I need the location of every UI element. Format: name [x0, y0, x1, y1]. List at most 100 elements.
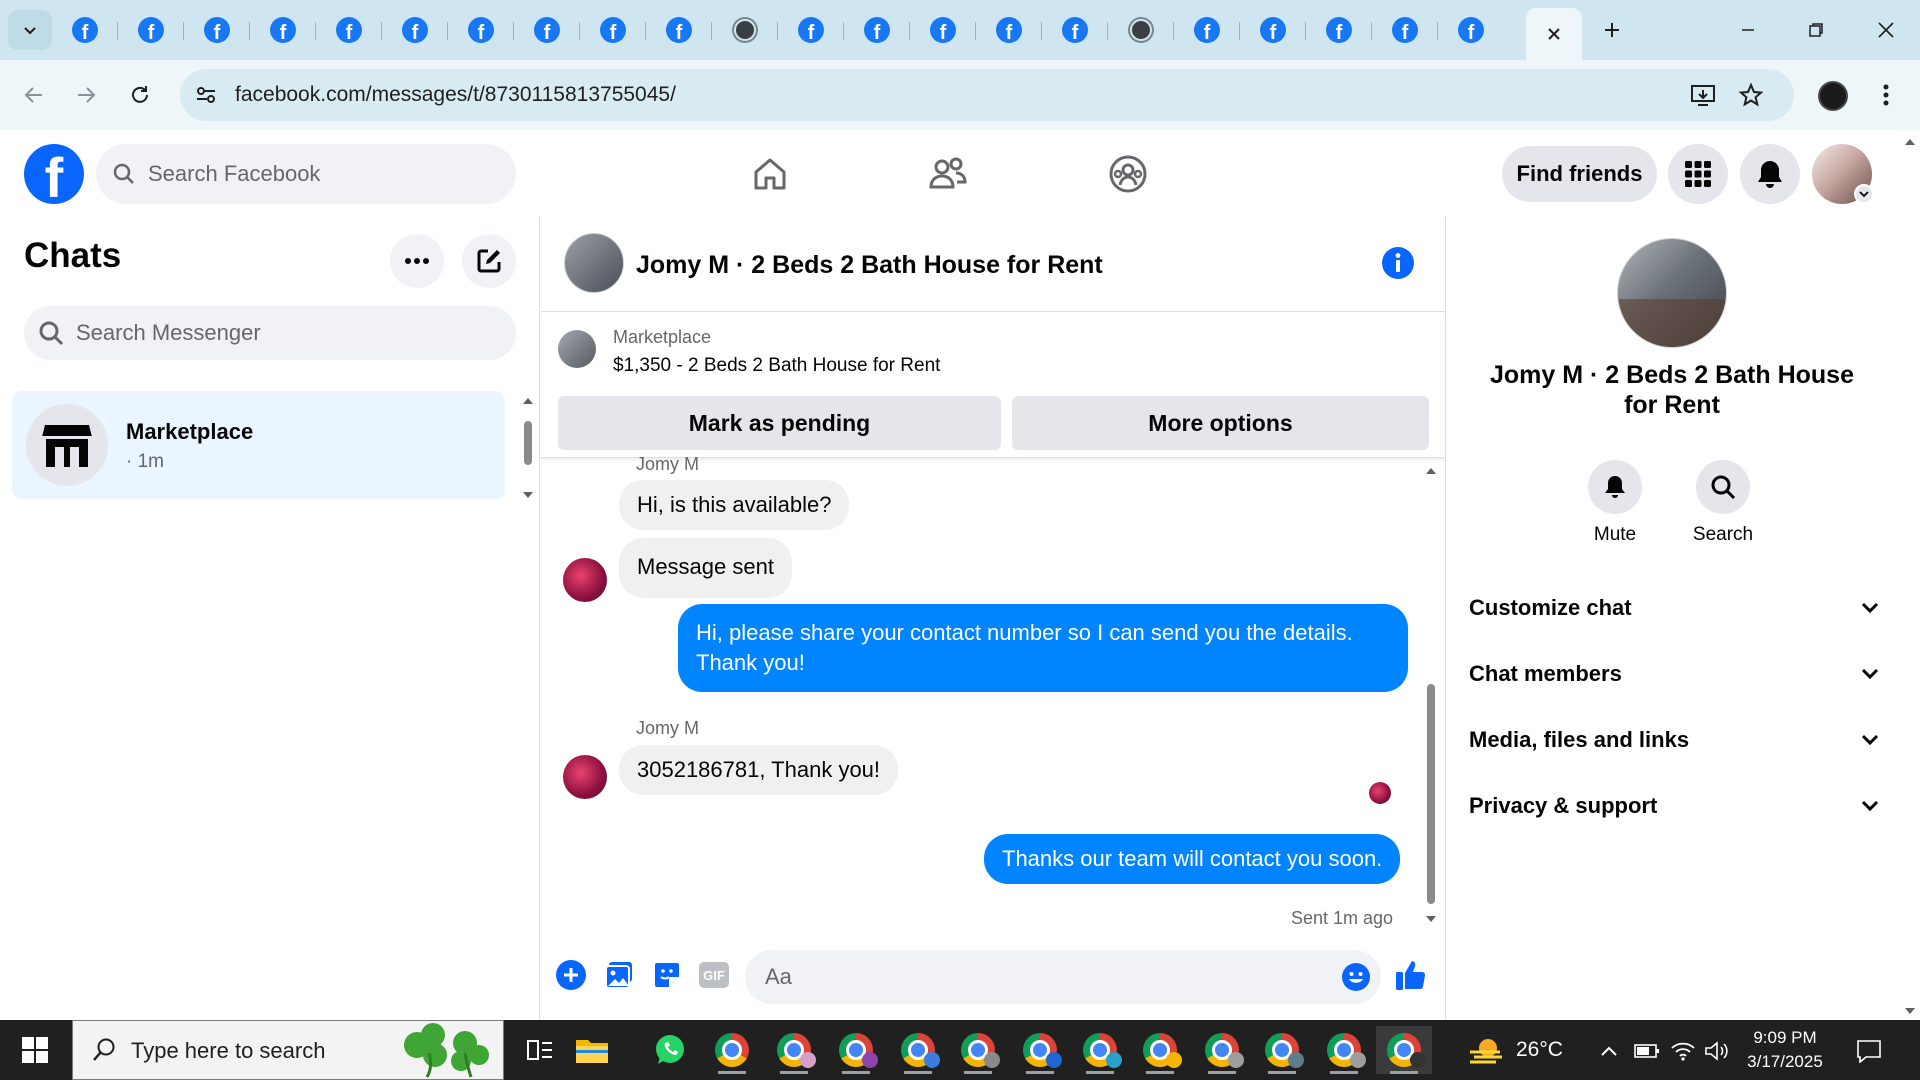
battery-button[interactable] [1634, 1038, 1660, 1064]
volume-button[interactable] [1704, 1038, 1730, 1064]
install-app-icon[interactable] [1690, 82, 1716, 108]
tab-search-button[interactable] [8, 10, 52, 50]
page-scrollbar[interactable] [1900, 130, 1920, 1020]
chat-list-item[interactable]: Marketplace · 1m [12, 391, 505, 499]
minimize-button[interactable] [1718, 8, 1778, 52]
section-chat-members[interactable]: Chat members [1469, 654, 1879, 694]
find-friends-button[interactable]: Find friends [1502, 146, 1657, 202]
account-menu-button[interactable] [1854, 184, 1874, 204]
nav-home[interactable] [744, 148, 796, 200]
sticker-button[interactable] [649, 957, 685, 993]
mute-button[interactable]: Mute [1560, 460, 1670, 546]
message-bubble-incoming[interactable]: Message sent [619, 538, 792, 598]
restore-button[interactable] [1786, 8, 1846, 52]
chrome-taskbar-button[interactable] [1132, 1026, 1188, 1074]
browser-tab[interactable]: f [646, 8, 712, 52]
more-options-button[interactable]: More options [1012, 396, 1429, 450]
browser-tab[interactable]: f [1174, 8, 1240, 52]
start-button[interactable] [0, 1020, 70, 1080]
chats-options-button[interactable] [390, 234, 444, 288]
chrome-taskbar-button[interactable] [704, 1026, 760, 1074]
browser-tab[interactable]: f [1372, 8, 1438, 52]
chrome-taskbar-button[interactable] [890, 1026, 946, 1074]
browser-tab[interactable]: f [1042, 8, 1108, 52]
show-hidden-icons-button[interactable] [1596, 1038, 1622, 1064]
task-view-button[interactable] [512, 1026, 568, 1074]
address-bar[interactable]: facebook.com/messages/t/8730115813755045… [180, 69, 1794, 121]
conversation-avatar[interactable] [564, 233, 624, 293]
section-privacy-support[interactable]: Privacy & support [1469, 786, 1879, 826]
browser-tab[interactable]: f [118, 8, 184, 52]
browser-tab[interactable]: f [184, 8, 250, 52]
browser-tab[interactable]: f [580, 8, 646, 52]
search-conversation-button[interactable]: Search [1668, 460, 1778, 546]
new-message-button[interactable] [462, 234, 516, 288]
browser-tab[interactable]: f [1438, 8, 1504, 52]
facebook-logo[interactable]: f [24, 144, 84, 204]
conversation-scrollbar[interactable] [1423, 464, 1439, 926]
chrome-taskbar-button[interactable] [1376, 1026, 1432, 1074]
browser-tab[interactable]: f [52, 8, 118, 52]
browser-tab[interactable]: f [1306, 8, 1372, 52]
close-window-button[interactable] [1856, 8, 1916, 52]
reload-button[interactable] [120, 75, 160, 115]
site-settings-icon[interactable] [194, 83, 218, 107]
chrome-taskbar-button[interactable] [950, 1026, 1006, 1074]
menu-button[interactable] [1668, 144, 1728, 204]
nav-friends[interactable] [922, 148, 974, 200]
bookmark-star-icon[interactable] [1738, 82, 1764, 108]
browser-menu-button[interactable] [1866, 75, 1906, 115]
sender-avatar[interactable] [563, 755, 607, 799]
browser-tab[interactable]: f [778, 8, 844, 52]
forward-button[interactable] [66, 75, 106, 115]
message-bubble-outgoing[interactable]: Thanks our team will contact you soon. [984, 834, 1401, 884]
mark-as-pending-button[interactable]: Mark as pending [558, 396, 1001, 450]
nav-groups[interactable] [1102, 148, 1154, 200]
emoji-icon[interactable] [1341, 962, 1371, 992]
sender-avatar[interactable] [563, 558, 607, 602]
chrome-taskbar-button[interactable] [828, 1026, 884, 1074]
browser-tab[interactable]: f [382, 8, 448, 52]
file-explorer-button[interactable] [564, 1026, 620, 1074]
chrome-taskbar-button[interactable] [1194, 1026, 1250, 1074]
message-input[interactable]: Aa [745, 950, 1381, 1004]
browser-tab[interactable]: f [910, 8, 976, 52]
chrome-taskbar-button[interactable] [766, 1026, 822, 1074]
profile-avatar[interactable] [1818, 81, 1848, 111]
chats-scrollbar[interactable] [521, 394, 535, 502]
chrome-taskbar-button[interactable] [1072, 1026, 1128, 1074]
browser-tab[interactable]: f [514, 8, 580, 52]
notification-center-button[interactable] [1856, 1038, 1882, 1064]
browser-tab[interactable]: f [316, 8, 382, 52]
taskbar-search-input[interactable]: Type here to search [72, 1020, 504, 1080]
browser-tab[interactable]: f [250, 8, 316, 52]
more-actions-button[interactable] [553, 957, 589, 993]
active-tab[interactable] [1526, 8, 1582, 60]
whatsapp-button[interactable] [642, 1026, 698, 1074]
browser-tab[interactable]: f [448, 8, 514, 52]
like-button[interactable] [1393, 957, 1429, 993]
chrome-taskbar-button[interactable] [1012, 1026, 1068, 1074]
browser-tab[interactable]: f [844, 8, 910, 52]
search-facebook-input[interactable]: Search Facebook [96, 144, 516, 204]
message-bubble-incoming[interactable]: Hi, is this available? [619, 480, 850, 530]
network-button[interactable] [1670, 1038, 1696, 1064]
listing-title[interactable]: $1,350 - 2 Beds 2 Bath House for Rent [613, 355, 940, 377]
info-icon[interactable] [1381, 246, 1415, 280]
message-bubble-incoming[interactable]: 3052186781, Thank you! [619, 745, 899, 795]
attach-photo-button[interactable] [601, 957, 637, 993]
details-avatar[interactable] [1617, 238, 1727, 348]
weather-widget[interactable]: 26°C [1468, 1034, 1563, 1066]
browser-tab[interactable]: f [1240, 8, 1306, 52]
chrome-taskbar-button[interactable] [1254, 1026, 1310, 1074]
browser-tab[interactable] [1108, 8, 1174, 52]
section-media-files-links[interactable]: Media, files and links [1469, 720, 1879, 760]
back-button[interactable] [14, 75, 54, 115]
notifications-button[interactable] [1740, 144, 1800, 204]
conversation-title[interactable]: Jomy M · 2 Beds 2 Bath House for Rent [636, 251, 1103, 280]
chrome-taskbar-button[interactable] [1316, 1026, 1372, 1074]
taskbar-clock[interactable]: 9:09 PM 3/17/2025 [1730, 1026, 1840, 1074]
gif-button[interactable]: GIF [696, 957, 732, 993]
browser-tab[interactable] [712, 8, 778, 52]
new-tab-button[interactable] [1582, 8, 1642, 52]
